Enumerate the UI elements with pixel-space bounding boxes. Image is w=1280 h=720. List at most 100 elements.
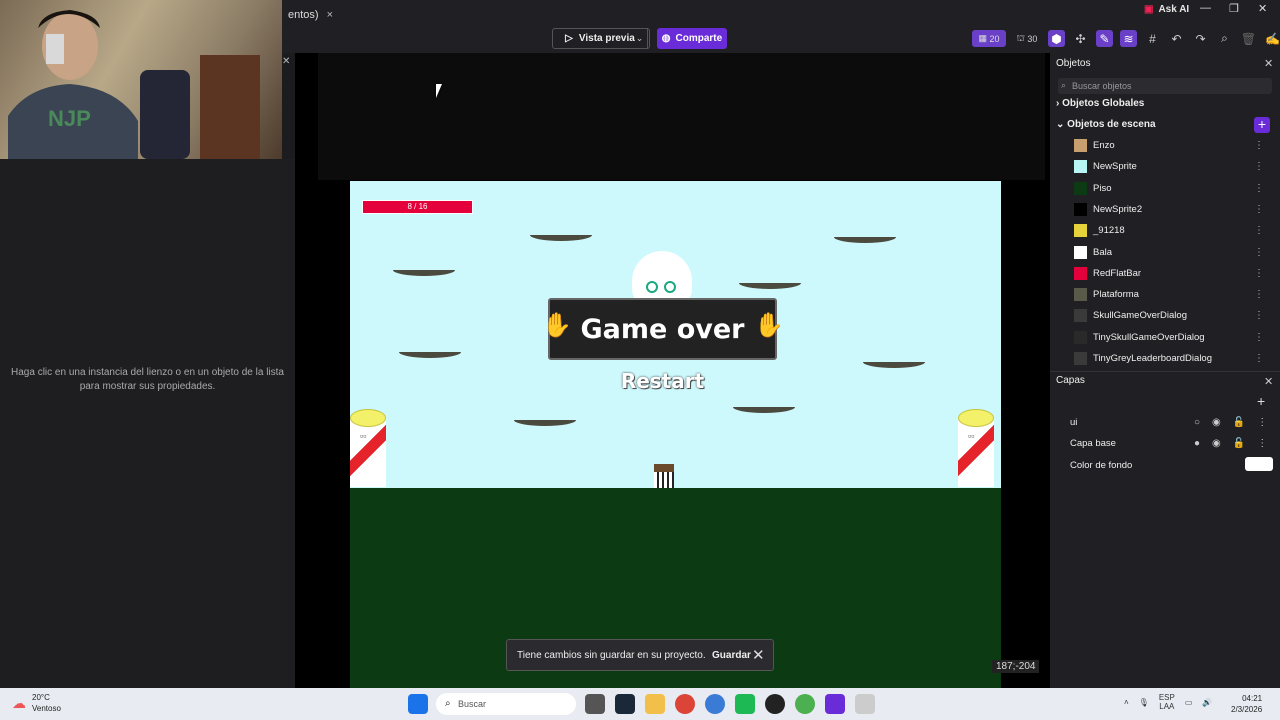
more-icon[interactable]: ⋮: [1257, 417, 1267, 428]
platform[interactable]: [863, 362, 925, 368]
enemy-can-left[interactable]: ▫▫: [350, 409, 386, 487]
gdevelop-icon[interactable]: [825, 694, 845, 714]
lock-icon[interactable]: 🔓: [1233, 417, 1245, 428]
chevron-up-icon[interactable]: ˄: [1124, 698, 1129, 707]
platform[interactable]: [733, 407, 795, 413]
instances-count-button[interactable]: ⛫ 30: [1013, 30, 1041, 47]
more-icon[interactable]: ⋮: [1254, 204, 1264, 215]
player-sprite[interactable]: [654, 464, 674, 488]
delete-icon[interactable]: 🗑: [1240, 30, 1257, 47]
minimize-icon[interactable]: —: [1200, 2, 1211, 14]
object-row[interactable]: TinySkullGameOverDialog ⋮: [1074, 327, 1274, 348]
object-label: Plataforma: [1093, 289, 1139, 301]
object-row[interactable]: SkullGameOverDialog ⋮: [1074, 305, 1274, 326]
more-icon[interactable]: ⋮: [1257, 438, 1267, 449]
more-icon[interactable]: ⋮: [1254, 161, 1264, 172]
background-color-swatch[interactable]: [1245, 457, 1273, 471]
webcam-person: NJP: [8, 10, 138, 159]
more-icon[interactable]: ⋮: [1254, 183, 1264, 194]
start-icon[interactable]: [408, 694, 428, 714]
platform[interactable]: [393, 270, 455, 276]
more-icon[interactable]: ⋮: [1254, 140, 1264, 151]
more-icon[interactable]: ⋮: [1254, 225, 1264, 236]
scene-tab[interactable]: entos) ×: [282, 4, 339, 26]
layers-icon[interactable]: ≋: [1120, 30, 1137, 47]
close-toast-icon[interactable]: ✕: [752, 646, 765, 664]
redo-icon[interactable]: ↷: [1192, 30, 1209, 47]
more-icon[interactable]: ⋮: [1254, 289, 1264, 300]
app-icon[interactable]: [735, 694, 755, 714]
grid-toggle-icon[interactable]: #: [1144, 30, 1161, 47]
object-row[interactable]: Bala ⋮: [1074, 242, 1274, 263]
object-row[interactable]: Piso ⋮: [1074, 178, 1274, 199]
object-row[interactable]: RedFlatBar ⋮: [1074, 263, 1274, 284]
weather-widget[interactable]: ☁ 20°C Ventoso: [12, 692, 61, 714]
object-row[interactable]: NewSprite2 ⋮: [1074, 199, 1274, 220]
add-object-button[interactable]: +: [1254, 117, 1270, 133]
volume-icon[interactable]: 🔊: [1202, 698, 1212, 707]
object-row[interactable]: Enzo ⋮: [1074, 135, 1274, 156]
clock[interactable]: 04:21 2/3/2026: [1231, 693, 1262, 715]
save-button[interactable]: Guardar: [712, 650, 751, 661]
layer-row-ui[interactable]: ui ○ ◉ 🔓 ⋮: [1070, 412, 1275, 432]
object-thumbnail-icon: [1074, 181, 1087, 195]
chrome-icon[interactable]: [675, 694, 695, 714]
undo-icon[interactable]: ↶: [1168, 30, 1185, 47]
objects-search-input[interactable]: Buscar objetos: [1058, 78, 1272, 94]
object-row[interactable]: NewSprite ⋮: [1074, 156, 1274, 177]
preview-dropdown-button[interactable]: ⌄: [630, 28, 650, 49]
close-window-icon[interactable]: ✕: [1258, 2, 1267, 15]
steam-icon[interactable]: [615, 694, 635, 714]
edge-icon[interactable]: [705, 694, 725, 714]
chrome-profile-icon[interactable]: [795, 694, 815, 714]
platform[interactable]: [739, 283, 801, 289]
display-icon[interactable]: ▭: [1185, 698, 1193, 707]
layer-row-base[interactable]: Capa base ● ◉ 🔓 ⋮: [1070, 433, 1275, 453]
object-row[interactable]: Plataforma ⋮: [1074, 284, 1274, 305]
zoom-icon[interactable]: ⌕: [1216, 30, 1233, 47]
app-icon[interactable]: [765, 694, 785, 714]
game-viewport[interactable]: 8 / 16 Game over ✋ ✋ Restart ▫▫ ▫▫: [350, 181, 1001, 548]
folder-icon[interactable]: [645, 694, 665, 714]
platform[interactable]: [399, 352, 461, 358]
object-row[interactable]: _91218 ⋮: [1074, 220, 1274, 241]
close-panel-icon[interactable]: ✕: [282, 56, 290, 67]
mic-icon[interactable]: 🎙: [1139, 698, 1149, 707]
object-thumbnail-icon: [1074, 245, 1087, 259]
radio-icon[interactable]: ○: [1194, 417, 1200, 428]
global-objects-section[interactable]: › Objetos Globales: [1056, 98, 1144, 109]
radio-selected-icon[interactable]: ●: [1194, 438, 1200, 449]
edit-scene-icon[interactable]: ✍: [1264, 30, 1280, 47]
platform[interactable]: [834, 237, 896, 243]
lock-icon[interactable]: 🔓: [1233, 438, 1245, 449]
restore-icon[interactable]: ❐: [1229, 2, 1239, 15]
taskbar-search-input[interactable]: Buscar: [436, 693, 576, 715]
more-icon[interactable]: ⋮: [1254, 353, 1264, 364]
object-groups-icon[interactable]: ✣: [1072, 30, 1089, 47]
share-button[interactable]: ◍ Comparte: [657, 28, 727, 49]
platform[interactable]: [530, 235, 592, 241]
more-icon[interactable]: ⋮: [1254, 332, 1264, 343]
grid-size-button[interactable]: ▦ 20: [972, 30, 1006, 47]
eye-icon[interactable]: ◉: [1212, 417, 1221, 428]
properties-edit-icon[interactable]: ✎: [1096, 30, 1113, 47]
close-layers-panel-icon[interactable]: ✕: [1264, 375, 1273, 388]
eye-icon[interactable]: ◉: [1212, 438, 1221, 449]
restart-button[interactable]: Restart: [550, 369, 775, 393]
close-objects-panel-icon[interactable]: ✕: [1264, 57, 1273, 70]
object-row[interactable]: TinyGreyLeaderboardDialog ⋮: [1074, 348, 1274, 369]
scene-objects-section[interactable]: ⌄ Objetos de escena: [1056, 119, 1156, 130]
add-layer-icon[interactable]: +: [1257, 393, 1265, 409]
ask-ai-button[interactable]: ▣ Ask AI: [1144, 4, 1189, 15]
task-view-icon[interactable]: [585, 694, 605, 714]
language-indicator[interactable]: ESP LAA: [1159, 693, 1175, 711]
more-icon[interactable]: ⋮: [1254, 310, 1264, 321]
platform[interactable]: [514, 420, 576, 426]
more-icon[interactable]: ⋮: [1254, 268, 1264, 279]
snipping-tool-icon[interactable]: [855, 694, 875, 714]
ground-floor[interactable]: [350, 488, 1001, 548]
objects-panel-toggle-icon[interactable]: ⬢: [1048, 30, 1065, 47]
enemy-can-right[interactable]: ▫▫: [958, 409, 994, 487]
tab-close-icon[interactable]: ×: [327, 9, 333, 21]
more-icon[interactable]: ⋮: [1254, 247, 1264, 258]
